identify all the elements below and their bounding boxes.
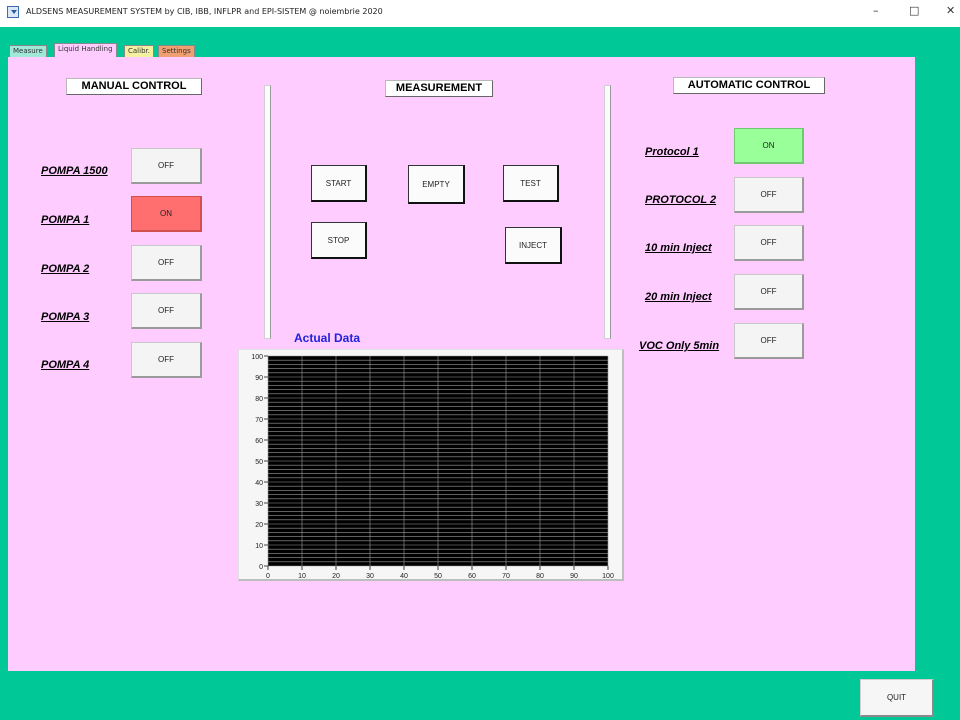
actual-data-chart: 0 10 20 30 40 50 60 70 80 90 100 0 10 20 30 40 50 60 70 80 9… bbox=[238, 349, 624, 581]
pompa-1-toggle[interactable]: ON bbox=[131, 196, 202, 232]
stop-button[interactable]: STOP bbox=[311, 222, 367, 259]
y-tick-label: 90 bbox=[255, 375, 263, 382]
y-tick-label: 30 bbox=[255, 501, 263, 508]
voc-only-toggle[interactable]: OFF bbox=[734, 323, 804, 359]
y-tick-label: 70 bbox=[255, 417, 263, 424]
x-tick-label: 100 bbox=[602, 573, 614, 580]
protocol-1-label: Protocol 1 bbox=[645, 146, 699, 158]
pompa-3-toggle[interactable]: OFF bbox=[131, 293, 202, 329]
close-button[interactable]: ✕ bbox=[946, 4, 955, 17]
protocol-1-toggle[interactable]: ON bbox=[734, 128, 804, 164]
manual-control-heading: MANUAL CONTROL bbox=[66, 78, 202, 95]
automatic-control-heading: AUTOMATIC CONTROL bbox=[673, 77, 825, 94]
app-icon bbox=[7, 6, 19, 18]
x-tick-label: 60 bbox=[468, 573, 476, 580]
x-tick-label: 0 bbox=[266, 573, 270, 580]
pompa-2-toggle[interactable]: OFF bbox=[131, 245, 202, 281]
x-tick-label: 80 bbox=[536, 573, 544, 580]
y-tick-label: 20 bbox=[255, 522, 263, 529]
chart-svg: 0 10 20 30 40 50 60 70 80 90 100 0 10 20 30 40 50 60 70 80 9… bbox=[251, 354, 614, 580]
left-divider bbox=[264, 85, 271, 339]
y-tick-label: 40 bbox=[255, 480, 263, 487]
maximize-button[interactable]: □ bbox=[909, 4, 919, 17]
pompa-1500-label: POMPA 1500 bbox=[41, 165, 108, 177]
x-tick-label: 50 bbox=[434, 573, 442, 580]
y-tick-label: 60 bbox=[255, 438, 263, 445]
x-tick-label: 20 bbox=[332, 573, 340, 580]
tab-calibr[interactable]: Calibr. bbox=[124, 45, 154, 57]
x-tick-label: 40 bbox=[400, 573, 408, 580]
x-tick-label: 30 bbox=[366, 573, 374, 580]
x-tick-label: 90 bbox=[570, 573, 578, 580]
chart-title: Actual Data bbox=[294, 331, 361, 345]
x-tick-label: 70 bbox=[502, 573, 510, 580]
inject-button[interactable]: INJECT bbox=[505, 227, 562, 264]
test-button[interactable]: TEST bbox=[503, 165, 559, 202]
title-bar: ALDSENS MEASUREMENT SYSTEM by CIB, IBB, … bbox=[0, 0, 960, 27]
y-tick-label: 100 bbox=[251, 354, 263, 361]
inject-10min-toggle[interactable]: OFF bbox=[734, 225, 804, 261]
y-tick-label: 0 bbox=[259, 564, 263, 571]
y-tick-label: 50 bbox=[255, 459, 263, 466]
measurement-heading: MEASUREMENT bbox=[385, 80, 493, 97]
pompa-4-label: POMPA 4 bbox=[41, 359, 90, 371]
inject-20min-toggle[interactable]: OFF bbox=[734, 274, 804, 310]
pompa-3-label: POMPA 3 bbox=[41, 311, 90, 323]
inject-20min-label: 20 min Inject bbox=[645, 291, 712, 303]
protocol-2-toggle[interactable]: OFF bbox=[734, 177, 804, 213]
right-divider bbox=[604, 85, 611, 339]
quit-button[interactable]: QUIT bbox=[860, 679, 934, 717]
voc-only-label: VOC Only 5min bbox=[639, 340, 720, 352]
tab-settings[interactable]: Settings bbox=[158, 45, 195, 57]
y-tick-label: 80 bbox=[255, 396, 263, 403]
protocol-2-label: PROTOCOL 2 bbox=[645, 194, 717, 206]
minimize-button[interactable]: – bbox=[873, 4, 879, 17]
tab-liquid-handling[interactable]: Liquid Handling bbox=[54, 43, 117, 57]
pompa-2-label: POMPA 2 bbox=[41, 263, 90, 275]
pompa-1500-toggle[interactable]: OFF bbox=[131, 148, 202, 184]
start-button[interactable]: START bbox=[311, 165, 367, 202]
inject-10min-label: 10 min Inject bbox=[645, 242, 712, 254]
tab-measure[interactable]: Measure bbox=[9, 45, 47, 57]
x-tick-label: 10 bbox=[298, 573, 306, 580]
pompa-4-toggle[interactable]: OFF bbox=[131, 342, 202, 378]
window-title: ALDSENS MEASUREMENT SYSTEM by CIB, IBB, … bbox=[26, 7, 383, 16]
empty-button[interactable]: EMPTY bbox=[408, 165, 465, 204]
y-tick-label: 10 bbox=[255, 543, 263, 550]
pompa-1-label: POMPA 1 bbox=[41, 214, 90, 226]
